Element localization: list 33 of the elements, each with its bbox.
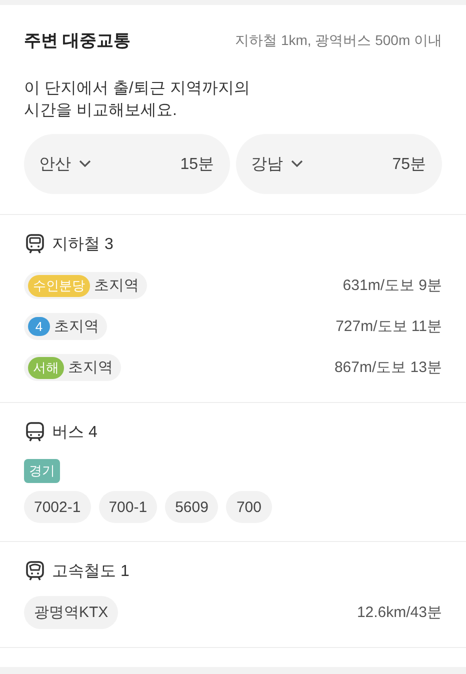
station-chip[interactable]: 4 초지역: [24, 313, 107, 340]
line-badge: 수인분당: [28, 274, 90, 296]
distance-text: 727m/도보 11분: [336, 317, 442, 336]
distance-text: 12.6km/43분: [356, 603, 442, 622]
bus-route-chip[interactable]: 5609: [165, 491, 218, 523]
train-icon: [24, 560, 46, 582]
section-title: 주변 대중교통: [24, 30, 131, 52]
station-chip[interactable]: 수인분당 초지역: [24, 272, 147, 299]
commute-selector[interactable]: 강남 75분: [236, 134, 442, 194]
travel-time: 15분: [180, 154, 214, 174]
station-chip[interactable]: 광명역KTX: [24, 596, 118, 629]
transit-title: 버스 4: [52, 422, 98, 442]
region-tag: 경기: [24, 459, 60, 483]
chevron-down-icon: [79, 160, 91, 168]
transit-title: 지하철 3: [52, 234, 114, 254]
bus-icon: [24, 421, 46, 443]
station-chip[interactable]: 서해 초지역: [24, 354, 121, 381]
range-note: 지하철 1km, 광역버스 500m 이내: [235, 32, 442, 50]
commute-selector[interactable]: 안산 15분: [24, 134, 230, 194]
bus-route-chip[interactable]: 7002-1: [24, 491, 91, 523]
distance-text: 631m/도보 9분: [342, 276, 442, 295]
travel-time: 75분: [392, 154, 426, 174]
train-icon: [24, 233, 46, 255]
transit-title: 고속철도 1: [52, 562, 130, 582]
bus-route-chip[interactable]: 700-1: [98, 491, 158, 523]
chevron-down-icon: [291, 160, 303, 168]
region-label: 안산: [39, 154, 71, 174]
region-label: 강남: [251, 154, 283, 174]
bus-route-chip[interactable]: 700: [226, 491, 272, 523]
line-badge: 4: [28, 317, 50, 336]
line-badge: 서해: [28, 356, 64, 378]
distance-text: 867m/도보 13분: [334, 358, 442, 377]
description-text: 이 단지에서 출/퇴근 지역까지의 시간을 비교해보세요.: [24, 79, 251, 121]
